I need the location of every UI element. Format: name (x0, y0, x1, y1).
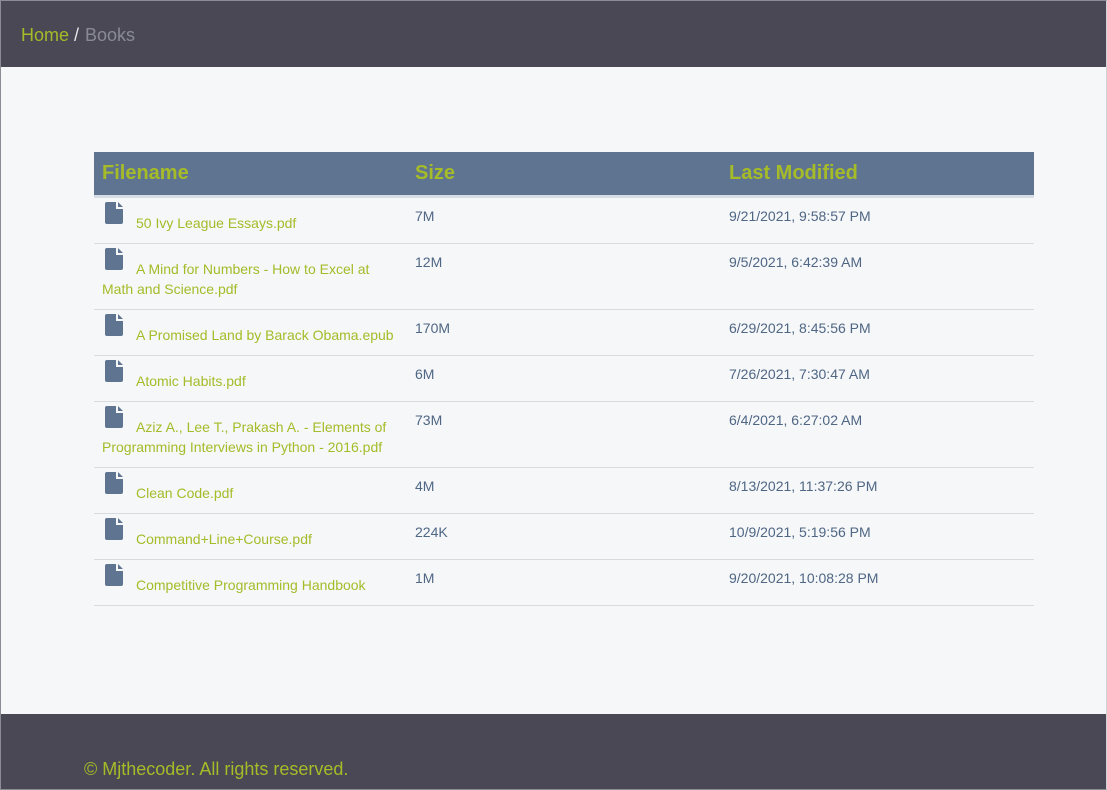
footer-copyright: © Mjthecoder. All rights reserved. (84, 759, 349, 779)
last-modified-cell: 7/26/2021, 7:30:47 AM (721, 355, 1034, 402)
filename-cell: Clean Code.pdf (94, 467, 407, 514)
table-row: A Mind for Numbers - How to Excel at Mat… (94, 243, 1034, 310)
filename-cell: Command+Line+Course.pdf (94, 513, 407, 560)
last-modified-cell: 6/4/2021, 6:27:02 AM (721, 401, 1034, 468)
file-table: Filename Size Last Modified 50 Ivy Leagu… (94, 152, 1034, 606)
filename-cell: Aziz A., Lee T., Prakash A. - Elements o… (94, 401, 407, 468)
table-row: Competitive Programming Handbook 1M 9/20/2… (94, 559, 1034, 606)
size-cell: 1M (407, 559, 721, 606)
file-icon (105, 248, 123, 270)
file-link[interactable]: A Mind for Numbers - How to Excel at Mat… (102, 261, 369, 297)
size-cell: 7M (407, 196, 721, 244)
breadcrumb-home-link[interactable]: Home (21, 25, 69, 45)
file-icon (105, 314, 123, 336)
size-cell: 73M (407, 401, 721, 468)
last-modified-cell: 10/9/2021, 5:19:56 PM (721, 513, 1034, 560)
last-modified-cell: 6/29/2021, 8:45:56 PM (721, 309, 1034, 356)
breadcrumb-current: Books (85, 25, 136, 45)
filename-cell: Competitive Programming Handbook (94, 559, 407, 606)
size-cell: 170M (407, 309, 721, 356)
filename-cell: A Mind for Numbers - How to Excel at Mat… (94, 243, 407, 310)
file-icon (105, 406, 123, 428)
page-frame: Home / Books Filename Size Last Modified 5… (0, 0, 1107, 790)
size-cell: 12M (407, 243, 721, 310)
file-icon (105, 564, 123, 586)
file-link[interactable]: Aziz A., Lee T., Prakash A. - Elements o… (102, 419, 386, 455)
column-header-last-modified: Last Modified (721, 152, 1034, 198)
file-link[interactable]: A Promised Land by Barack Obama.epub (136, 327, 394, 343)
file-link[interactable]: 50 Ivy League Essays.pdf (136, 215, 296, 231)
last-modified-cell: 8/13/2021, 11:37:26 PM (721, 467, 1034, 514)
file-link[interactable]: Clean Code.pdf (136, 485, 233, 501)
file-link[interactable]: Competitive Programming Handbook (136, 577, 366, 593)
table-row: A Promised Land by Barack Obama.epub 170M… (94, 309, 1034, 356)
last-modified-cell: 9/21/2021, 9:58:57 PM (721, 196, 1034, 244)
filename-cell: Atomic Habits.pdf (94, 355, 407, 402)
file-icon (105, 360, 123, 382)
file-icon (105, 518, 123, 540)
size-cell: 6M (407, 355, 721, 402)
last-modified-cell: 9/5/2021, 6:42:39 AM (721, 243, 1034, 310)
filename-cell: A Promised Land by Barack Obama.epub (94, 309, 407, 356)
file-link[interactable]: Command+Line+Course.pdf (136, 531, 312, 547)
file-table-container: Filename Size Last Modified 50 Ivy Leagu… (94, 152, 1034, 606)
table-row: Atomic Habits.pdf 6M 7/26/2021, 7:30:47 AM (94, 355, 1034, 402)
last-modified-cell: 9/20/2021, 10:08:28 PM (721, 559, 1034, 606)
file-link[interactable]: Atomic Habits.pdf (136, 373, 246, 389)
size-cell: 4M (407, 467, 721, 514)
table-row: 50 Ivy League Essays.pdf 7M 9/21/2021, 9:5… (94, 196, 1034, 244)
file-icon (105, 472, 123, 494)
filename-cell: 50 Ivy League Essays.pdf (94, 196, 407, 244)
column-header-size: Size (407, 152, 721, 198)
table-row: Aziz A., Lee T., Prakash A. - Elements o… (94, 401, 1034, 468)
table-row: Command+Line+Course.pdf 224K 10/9/2021, 5:… (94, 513, 1034, 560)
size-cell: 224K (407, 513, 721, 560)
column-header-filename: Filename (94, 152, 407, 198)
table-body: 50 Ivy League Essays.pdf 7M 9/21/2021, 9:5… (94, 196, 1034, 606)
file-icon (105, 202, 123, 224)
table-row: Clean Code.pdf 4M 8/13/2021, 11:37:26 PM (94, 467, 1034, 514)
breadcrumb: Home / Books (21, 25, 135, 45)
footer: © Mjthecoder. All rights reserved. (1, 714, 1106, 789)
top-navbar: Home / Books (1, 1, 1106, 67)
breadcrumb-separator: / (74, 25, 80, 45)
table-header-row: Filename Size Last Modified (94, 152, 1034, 198)
